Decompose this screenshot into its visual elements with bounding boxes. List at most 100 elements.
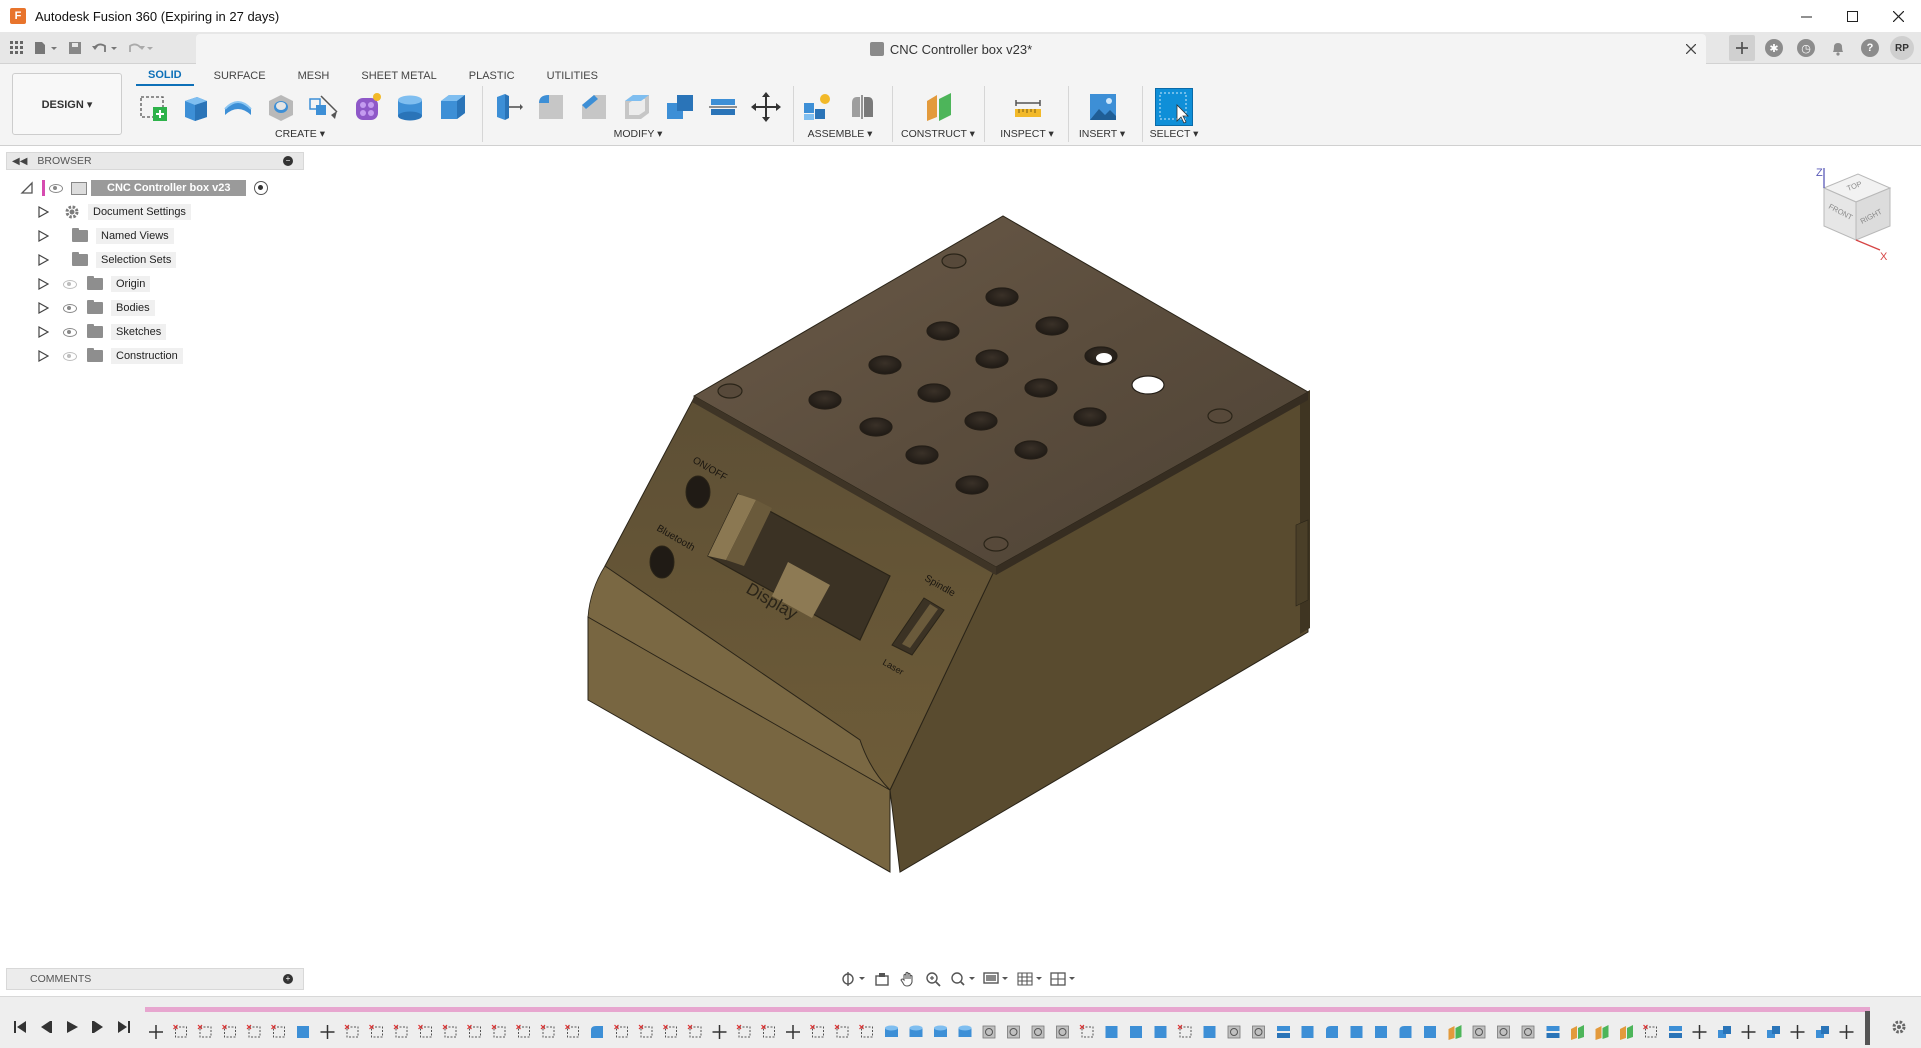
construct-group-label[interactable]: CONSTRUCT ▾ bbox=[898, 128, 978, 140]
timeline-feature-hole-icon[interactable] bbox=[1472, 1025, 1486, 1039]
timeline-feature-box-icon[interactable] bbox=[1203, 1026, 1216, 1038]
new-tab-button[interactable] bbox=[1729, 35, 1755, 61]
combine-button[interactable] bbox=[663, 90, 697, 124]
insert-group-label[interactable]: INSERT ▾ bbox=[1062, 128, 1142, 140]
timeline-feature-sketch-icon[interactable] bbox=[442, 1024, 457, 1038]
fillet-button[interactable] bbox=[534, 90, 568, 124]
timeline-feature-sketch-icon[interactable] bbox=[344, 1024, 359, 1038]
modify-group-label[interactable]: MODIFY ▾ bbox=[598, 128, 678, 140]
tab-sheet-metal[interactable]: SHEET METAL bbox=[349, 66, 448, 86]
timeline-feature-sketch-icon[interactable] bbox=[810, 1024, 824, 1038]
browser-panel-header[interactable]: ◀◀ BROWSER − bbox=[6, 152, 304, 170]
timeline-feature-sketch-icon[interactable] bbox=[222, 1024, 236, 1038]
timeline-feature-plane-icon[interactable] bbox=[1571, 1025, 1584, 1040]
3d-viewport[interactable]: ON/OFF Bluetooth Display Spindle Laser bbox=[300, 147, 1921, 965]
browser-item-origin[interactable]: Origin bbox=[38, 274, 151, 294]
workspace-switcher[interactable]: DESIGN ▾ bbox=[12, 73, 122, 135]
create-group-label[interactable]: CREATE ▾ bbox=[260, 128, 340, 140]
browser-item-sketches[interactable]: Sketches bbox=[38, 322, 167, 342]
timeline-feature-sketch-icon[interactable] bbox=[197, 1024, 212, 1038]
timeline-next-button[interactable] bbox=[88, 1017, 108, 1037]
timeline-feature-hole-icon[interactable] bbox=[1031, 1025, 1045, 1039]
timeline-feature-box-icon[interactable] bbox=[1130, 1026, 1142, 1038]
timeline-feature-sketch-icon[interactable] bbox=[1079, 1024, 1094, 1038]
timeline-feature-sketch-icon[interactable] bbox=[271, 1024, 285, 1038]
browser-item-document-settings[interactable]: Document Settings bbox=[38, 202, 191, 222]
maximize-button[interactable] bbox=[1829, 0, 1875, 32]
panel-pin-icon[interactable]: − bbox=[283, 156, 293, 166]
tab-utilities[interactable]: UTILITIES bbox=[535, 66, 610, 86]
tab-surface[interactable]: SURFACE bbox=[202, 66, 278, 86]
timeline-feature-hole-icon[interactable] bbox=[1056, 1025, 1069, 1039]
redo-button[interactable] bbox=[124, 37, 158, 59]
timeline-feature-hole-icon[interactable] bbox=[1521, 1025, 1535, 1039]
timeline-feature-sketch-icon[interactable] bbox=[834, 1024, 849, 1038]
timeline-feature-sketch-icon[interactable] bbox=[736, 1024, 751, 1038]
expand-triangle-icon[interactable] bbox=[38, 206, 49, 218]
timeline-feature-sketch-icon[interactable] bbox=[1643, 1024, 1657, 1038]
timeline-feature-sketch-icon[interactable] bbox=[565, 1024, 579, 1038]
viewports-button[interactable] bbox=[1049, 970, 1078, 988]
rectangular-pattern-button[interactable] bbox=[306, 90, 340, 124]
select-group-label[interactable]: SELECT ▾ bbox=[1134, 128, 1214, 140]
timeline-feature-sketch-icon[interactable] bbox=[393, 1024, 408, 1038]
browser-item-named-views[interactable]: Named Views bbox=[38, 226, 174, 246]
visibility-eye-icon[interactable] bbox=[63, 327, 77, 337]
timeline-feature-split-icon[interactable] bbox=[1277, 1026, 1290, 1038]
timeline-feature-hole-icon[interactable] bbox=[1497, 1025, 1510, 1039]
offset-plane-button[interactable] bbox=[922, 90, 956, 124]
hole-button[interactable] bbox=[264, 90, 298, 124]
timeline-feature-move-icon[interactable] bbox=[1692, 1025, 1707, 1039]
timeline-first-button[interactable] bbox=[10, 1017, 30, 1037]
timeline-feature-sketch-icon[interactable] bbox=[614, 1024, 628, 1038]
timeline-feature-sketch-icon[interactable] bbox=[369, 1024, 383, 1038]
timeline-feature-sketch-icon[interactable] bbox=[638, 1024, 653, 1038]
display-settings-button[interactable] bbox=[982, 970, 1011, 988]
timeline-feature-box-icon[interactable] bbox=[1301, 1026, 1314, 1038]
timeline-feature-split-icon[interactable] bbox=[1669, 1026, 1682, 1038]
extrude-button[interactable] bbox=[178, 90, 212, 124]
cylinder-button[interactable] bbox=[393, 90, 427, 124]
assemble-group-label[interactable]: ASSEMBLE ▾ bbox=[800, 128, 880, 140]
timeline-feature-plane-icon[interactable] bbox=[1448, 1025, 1462, 1040]
timeline-feature-move-icon[interactable] bbox=[786, 1025, 800, 1039]
tab-plastic[interactable]: PLASTIC bbox=[457, 66, 527, 86]
browser-item-bodies[interactable]: Bodies bbox=[38, 298, 155, 318]
inspect-group-label[interactable]: INSPECT ▾ bbox=[987, 128, 1067, 140]
expand-triangle-icon[interactable] bbox=[38, 326, 49, 338]
timeline-feature-sketch-icon[interactable] bbox=[540, 1024, 555, 1038]
measure-button[interactable] bbox=[1011, 90, 1045, 124]
timeline-feature-fillet-icon[interactable] bbox=[1326, 1026, 1338, 1038]
timeline-prev-button[interactable] bbox=[36, 1017, 56, 1037]
timeline-feature-plane-icon[interactable] bbox=[1595, 1025, 1609, 1040]
close-tab-button[interactable] bbox=[1685, 41, 1697, 57]
minimize-button[interactable] bbox=[1783, 0, 1829, 32]
document-tab[interactable]: CNC Controller box v23* bbox=[196, 34, 1706, 64]
zoom-button[interactable] bbox=[923, 970, 945, 988]
collapse-triangle-icon[interactable] bbox=[20, 181, 34, 195]
timeline-feature-hole-icon[interactable] bbox=[1227, 1025, 1241, 1039]
visibility-eye-off-icon[interactable] bbox=[63, 279, 77, 289]
timeline-feature-combine-icon[interactable] bbox=[1816, 1026, 1829, 1038]
timeline-feature-move-icon[interactable] bbox=[1790, 1025, 1805, 1039]
job-status-button[interactable]: ◷ bbox=[1793, 35, 1819, 61]
create-sketch-button[interactable] bbox=[136, 90, 170, 124]
timeline-settings-button[interactable] bbox=[1889, 1017, 1909, 1037]
activate-radio-icon[interactable] bbox=[254, 181, 269, 195]
visibility-eye-icon[interactable] bbox=[49, 183, 63, 193]
undo-button[interactable] bbox=[88, 37, 122, 59]
chamfer-button[interactable] bbox=[577, 90, 611, 124]
timeline-feature-box-icon[interactable] bbox=[1105, 1026, 1118, 1038]
expand-triangle-icon[interactable] bbox=[38, 254, 49, 266]
timeline-feature-fillet-icon[interactable] bbox=[591, 1026, 603, 1038]
visibility-eye-icon[interactable] bbox=[63, 303, 77, 313]
expand-triangle-icon[interactable] bbox=[38, 278, 49, 290]
timeline-feature-box-icon[interactable] bbox=[297, 1026, 309, 1038]
timeline-feature-sketch-icon[interactable] bbox=[246, 1024, 261, 1038]
file-menu-button[interactable] bbox=[30, 37, 62, 59]
timeline-marker[interactable] bbox=[1865, 1011, 1870, 1045]
timeline-play-button[interactable] bbox=[62, 1017, 82, 1037]
timeline-feature-move-icon[interactable] bbox=[1839, 1025, 1854, 1039]
expand-triangle-icon[interactable] bbox=[38, 230, 49, 242]
timeline-last-button[interactable] bbox=[114, 1017, 134, 1037]
